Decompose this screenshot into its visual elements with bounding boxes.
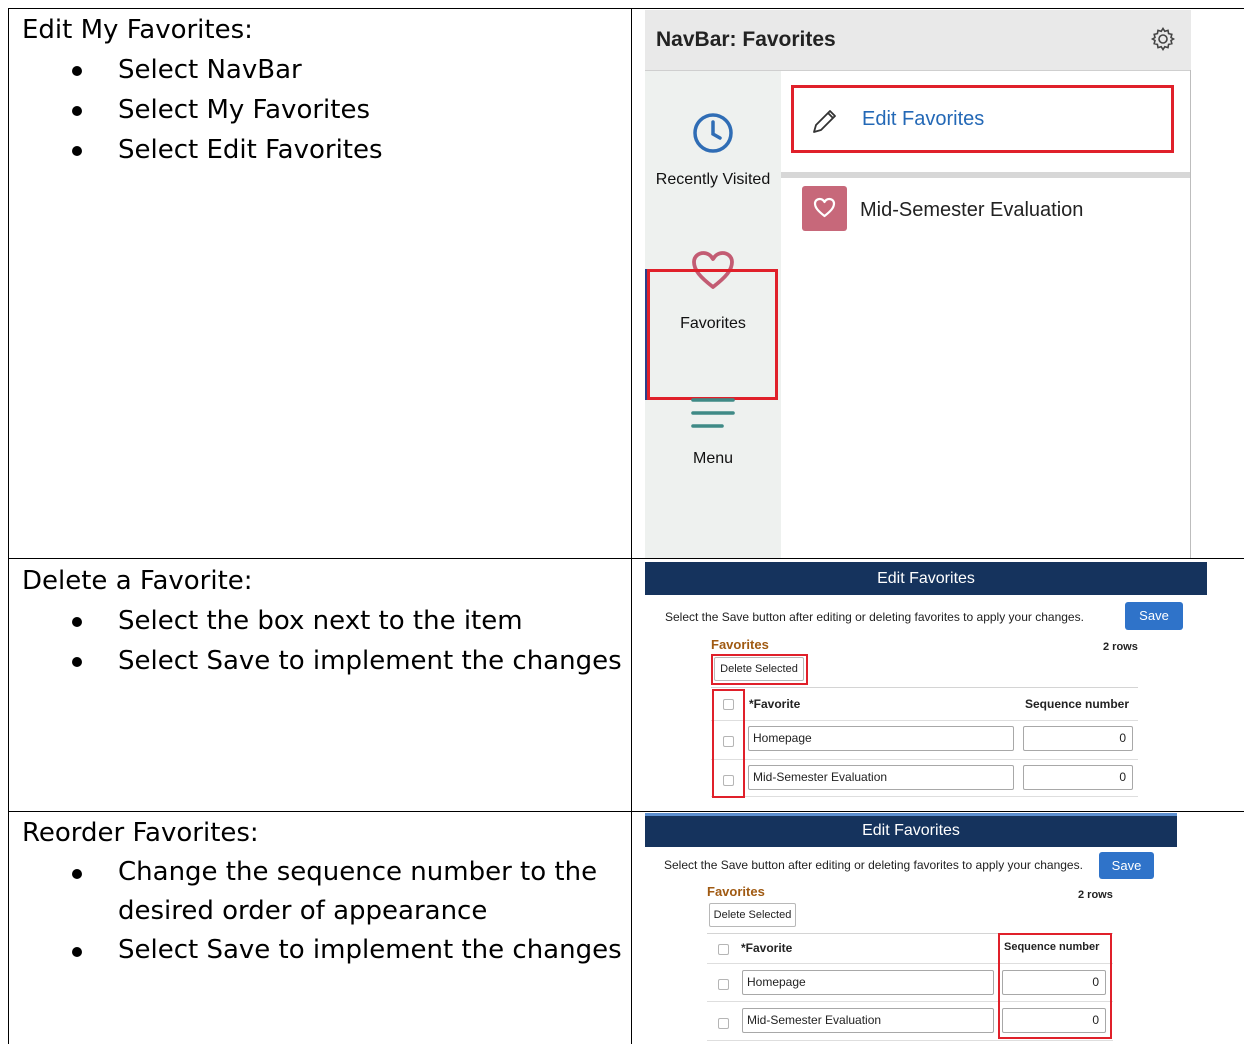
heart-icon [813,197,836,218]
favorite-tile[interactable] [802,186,847,231]
favorites-section-title: Favorites [707,884,765,899]
row2-heading: Delete a Favorite: [22,566,253,596]
save-instruction: Select the Save button after editing or … [664,858,1083,872]
table-row: Mid-Semester Evaluation 0 [711,760,1138,797]
pencil-icon [813,110,836,133]
row3-bullets: Change the sequence number to the desire… [22,853,622,970]
bullet-item: Select Save to implement the changes [22,931,622,970]
row-count: 2 rows [1103,641,1138,653]
edit-favorites-panel-delete: Edit Favorites Select the Save button af… [645,562,1207,802]
save-button[interactable]: Save [1125,602,1183,630]
edit-favorites-label: Edit Favorites [862,108,985,130]
favorites-highlight-box [647,269,778,400]
row-checkbox[interactable] [718,979,729,990]
save-button[interactable]: Save [1099,852,1154,879]
table-border-top [8,8,1244,9]
bullet-item: Select My Favorites [22,90,383,130]
grid-header-row: *Favorite Sequence number [711,688,1138,721]
sequence-number-input[interactable]: 0 [1023,765,1133,790]
row1-instructions: Edit My Favorites: Select NavBar Select … [22,10,383,170]
delete-selected-button[interactable]: Delete Selected [709,903,796,927]
favorite-name-input[interactable]: Homepage [748,726,1014,751]
select-all-checkbox[interactable] [718,944,729,955]
navbar-sidebar: Recently Visited Favorites Menu [645,71,781,558]
table-row: Homepage 0 [711,721,1138,760]
row1-heading: Edit My Favorites: [22,15,253,45]
checkbox-column-highlight [712,689,745,798]
navbar-right-border [1190,70,1191,558]
table-column-divider [631,8,632,1044]
favorite-column-header: *Favorite [741,941,793,955]
bullet-item: Select Save to implement the changes [22,641,622,681]
menu-icon [691,398,735,428]
favorite-name-input[interactable]: Mid-Semester Evaluation [742,1008,994,1033]
table-row-divider-1 [8,558,1244,559]
edit-favorites-header: Edit Favorites [645,562,1207,595]
section-divider [781,172,1191,178]
navbar-header: NavBar: Favorites [645,10,1191,71]
clock-icon [693,113,733,153]
favorite-item-label[interactable]: Mid-Semester Evaluation [860,199,1083,222]
navbar-content: Edit Favorites Mid-Semester Evaluation [781,71,1191,558]
sequence-column-highlight [998,933,1112,1039]
delete-button-highlight [711,654,808,685]
bullet-item: Select NavBar [22,50,383,90]
favorite-name-input[interactable]: Homepage [742,970,994,995]
row2-instructions: Delete a Favorite: Select the box next t… [22,561,622,681]
row-count: 2 rows [1078,889,1113,901]
bullet-item: Select the box next to the item [22,601,622,641]
bullet-item: Select Edit Favorites [22,130,383,170]
table-row-divider-2 [8,811,1244,812]
navbar-title: NavBar: Favorites [656,28,836,51]
row1-bullets: Select NavBar Select My Favorites Select… [22,50,383,170]
gear-icon[interactable] [1150,26,1176,52]
sequence-column-header: Sequence number [1025,697,1130,711]
sidebar-item-recently-visited[interactable]: Recently Visited [645,111,781,189]
table-border-left [8,8,9,1044]
favorite-name-input[interactable]: Mid-Semester Evaluation [748,765,1014,790]
edit-favorites-header: Edit Favorites [645,813,1177,847]
save-instruction: Select the Save button after editing or … [665,610,1084,624]
sidebar-item-label: Menu [692,450,734,467]
edit-favorites-link[interactable]: Edit Favorites [791,85,1174,153]
favorites-grid: *Favorite Sequence number Homepage 0 Mid… [711,687,1138,797]
row-checkbox[interactable] [718,1018,729,1029]
sidebar-item-menu[interactable]: Menu [645,396,781,468]
row3-heading: Reorder Favorites: [22,818,259,848]
row2-bullets: Select the box next to the item Select S… [22,601,622,681]
edit-favorites-panel-reorder: Edit Favorites Select the Save button af… [645,813,1177,1044]
sidebar-item-label: Recently Visited [655,171,771,188]
bullet-item: Change the sequence number to the desire… [22,853,622,931]
favorite-column-header: *Favorite [749,697,801,711]
favorites-section-title: Favorites [711,637,769,652]
sequence-number-input[interactable]: 0 [1023,726,1133,751]
row3-instructions: Reorder Favorites: Change the sequence n… [22,813,622,970]
navbar-favorites-panel: NavBar: Favorites Recently Visited Favor… [645,10,1191,558]
